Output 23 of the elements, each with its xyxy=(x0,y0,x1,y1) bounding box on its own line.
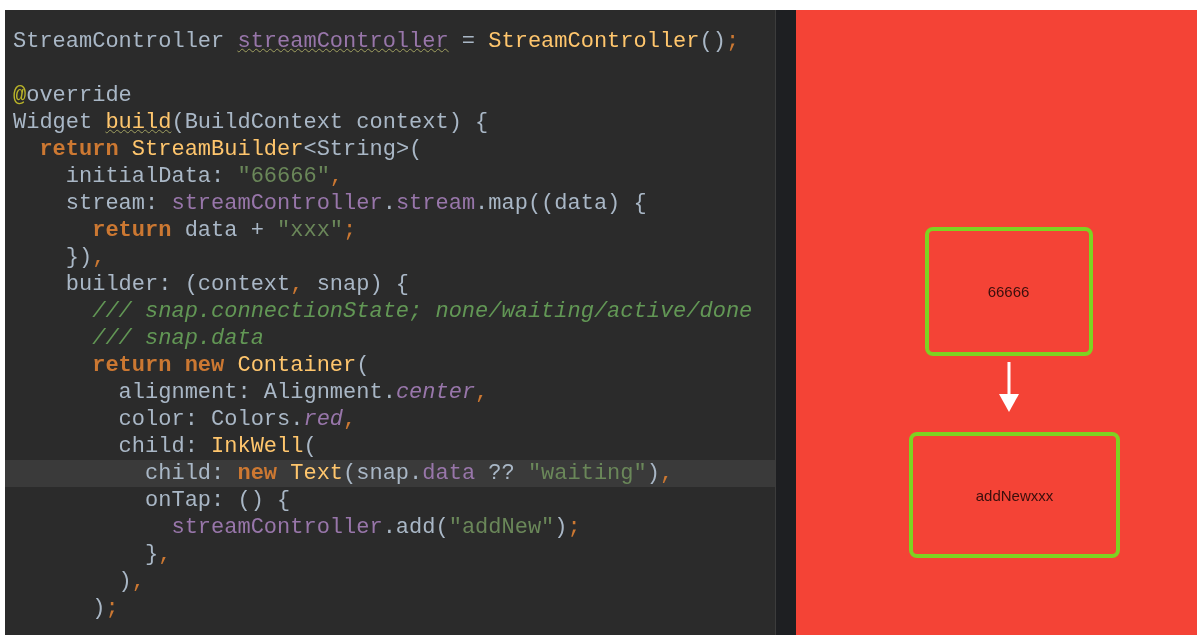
text-label: addNewxxx xyxy=(975,486,1054,504)
code-line: child: InkWell( xyxy=(117,433,318,460)
code-line: /// snap.connectionState; none/waiting/active/done xyxy=(91,298,754,325)
code-line: initialData: "66666", xyxy=(64,163,345,190)
code-line: @override xyxy=(12,82,133,109)
code-line: return new Container( xyxy=(91,352,371,379)
code-line: }), xyxy=(64,244,107,271)
code-line: ); xyxy=(91,595,120,622)
text-label: 66666 xyxy=(987,283,1030,300)
code-line: return data + "xxx"; xyxy=(91,217,358,244)
code-line: /// snap.data xyxy=(91,325,265,352)
code-line: color: Colors.red, xyxy=(117,406,358,433)
code-line: stream: streamController.stream.map((data) { xyxy=(64,190,648,217)
code-line: streamController.add("addNew"); xyxy=(170,514,582,541)
code-line: Widget build(BuildContext context) { xyxy=(12,109,490,136)
code-line: }, xyxy=(144,541,173,568)
code-line: return StreamBuilder<String>( xyxy=(38,136,424,163)
down-arrow-icon xyxy=(997,362,1020,412)
code-line: ), xyxy=(117,568,147,595)
code-line: alignment: Alignment.center, xyxy=(117,379,490,406)
code-line: StreamController streamController = StreamController(); xyxy=(12,28,741,55)
code-line: builder: (context, snap) { xyxy=(64,271,411,298)
code-line: onTap: () { xyxy=(144,487,292,514)
